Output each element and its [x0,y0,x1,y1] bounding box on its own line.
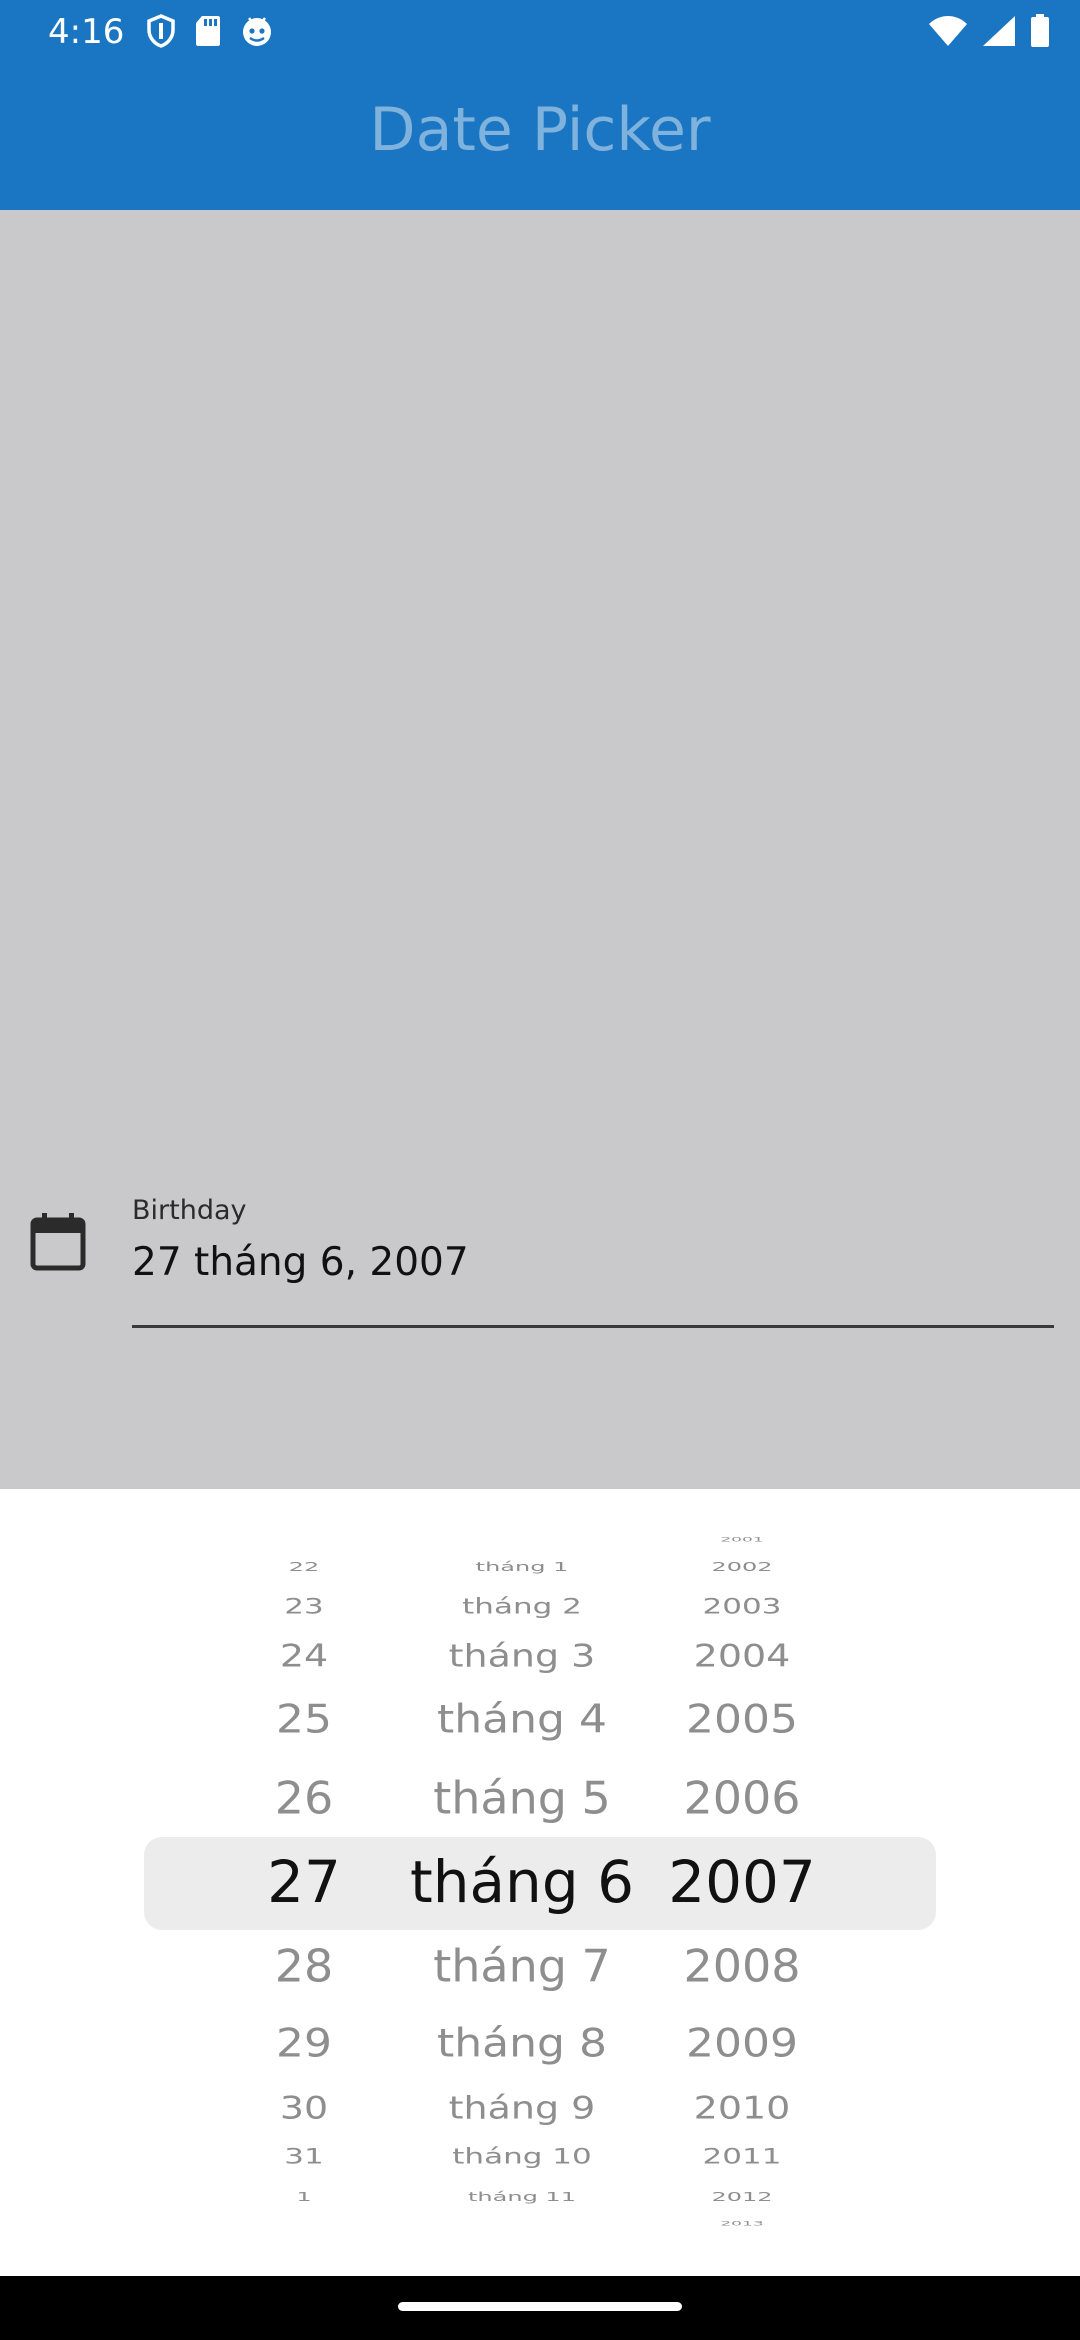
month-item[interactable]: tháng 8 [437,2024,607,2064]
year-item[interactable]: 2012 [711,2191,772,2203]
day-item[interactable]: 25 [276,1700,332,1740]
month-item[interactable]: tháng 5 [433,1776,611,1820]
year-item[interactable]: 2010 [694,2092,791,2123]
month-item[interactable]: tháng 1 [476,1561,569,1573]
month-item[interactable]: tháng 10 [452,2146,591,2167]
cellular-signal-icon [983,16,1015,46]
month-item[interactable]: tháng 2 [462,1596,582,1617]
calendar-icon [30,1213,86,1271]
birthday-value[interactable]: 27 tháng 6, 2007 [132,1240,469,1285]
status-bar: 4:16 [0,0,1080,63]
year-item[interactable]: 2008 [683,1944,800,1988]
sd-card-icon [196,16,220,46]
month-item[interactable]: tháng 3 [449,1640,596,1671]
home-handle[interactable] [398,2302,682,2311]
wifi-icon [929,16,967,46]
birthday-underline [132,1325,1054,1328]
year-item[interactable]: 2004 [694,1640,791,1671]
year-item[interactable]: 2001 [720,1537,763,1543]
day-item[interactable]: 28 [275,1944,334,1988]
month-item[interactable]: tháng 11 [468,2191,576,2203]
month-item[interactable]: tháng 9 [449,2092,596,2123]
birthday-label: Birthday [132,1195,247,1226]
year-item[interactable]: 2007 [668,1853,816,1911]
android-debug-icon [243,17,271,46]
month-item[interactable]: tháng 6 [410,1853,634,1911]
year-item[interactable]: 2003 [703,1596,782,1617]
year-item[interactable]: 2013 [720,2221,763,2227]
day-item[interactable]: 23 [284,1596,323,1617]
year-item[interactable]: 2005 [686,1700,798,1740]
day-item[interactable]: 29 [276,2024,332,2064]
year-item[interactable]: 2011 [703,2146,782,2167]
day-item[interactable]: 24 [280,1640,328,1671]
year-item[interactable]: 2002 [711,1561,772,1573]
day-item[interactable]: 31 [284,2146,323,2167]
app-bar: Date Picker [0,63,1080,210]
month-item[interactable]: tháng 4 [437,1700,607,1740]
day-item[interactable]: 22 [289,1561,320,1573]
status-icons-left [146,14,274,48]
year-item[interactable]: 2009 [686,2024,798,2064]
day-item[interactable]: 26 [275,1776,334,1820]
status-icons-right [928,14,1050,48]
year-item[interactable]: 2006 [683,1776,800,1820]
day-item[interactable]: 27 [267,1853,341,1911]
month-item[interactable]: tháng 7 [433,1944,611,1988]
status-time: 4:16 [48,12,125,52]
shield-icon [147,14,175,48]
app-title: Date Picker [369,94,711,165]
day-item[interactable]: 30 [280,2092,328,2123]
battery-icon [1031,14,1049,47]
day-item[interactable]: 1 [296,2191,311,2203]
